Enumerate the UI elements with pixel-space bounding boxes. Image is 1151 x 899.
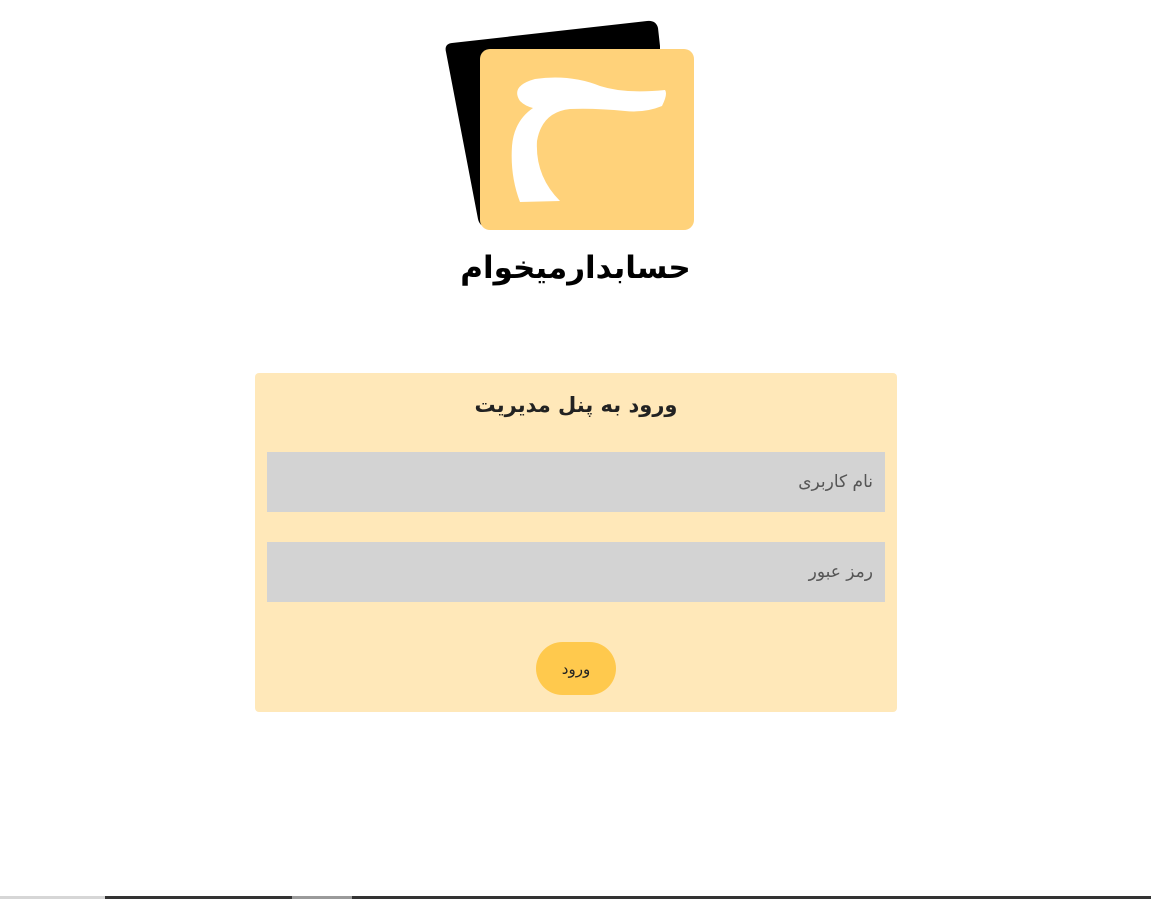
login-card: ورود به پنل مدیریت ورود (255, 373, 897, 712)
password-input[interactable] (267, 542, 885, 602)
login-page: حسابدارمیخوام ورود به پنل مدیریت ورود (0, 0, 1151, 899)
logo-front-card (480, 49, 694, 230)
brand-logo (445, 20, 694, 230)
login-title: ورود به پنل مدیریت (474, 393, 678, 417)
login-button[interactable]: ورود (536, 642, 616, 695)
brand-name: حسابدارمیخوام (460, 250, 691, 286)
username-input[interactable] (267, 452, 885, 512)
